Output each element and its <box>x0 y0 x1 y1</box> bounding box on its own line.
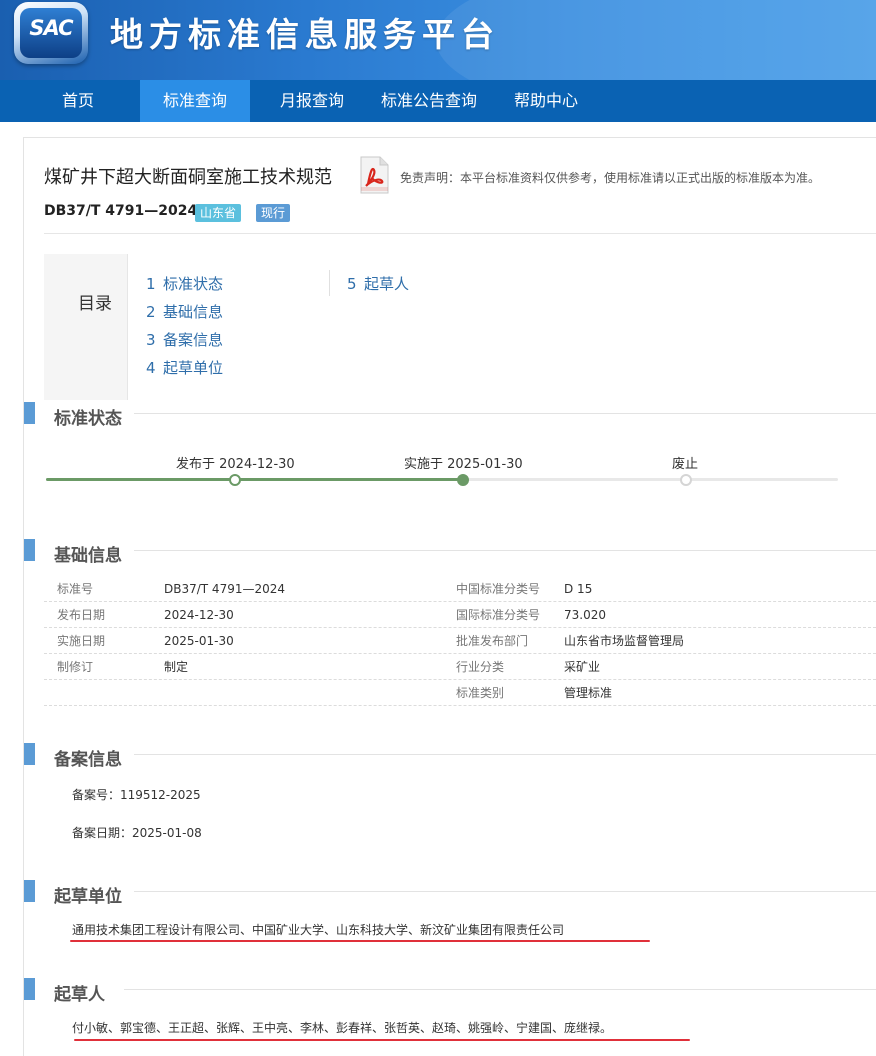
timeline-dot-published <box>229 474 241 486</box>
toc-item-basic[interactable]: 2 基础信息 <box>146 301 223 322</box>
info-value: DB37/T 4791—2024 <box>164 582 286 596</box>
header-decoration <box>436 0 876 80</box>
timeline-dot-abolished <box>680 474 692 486</box>
logo-text: SAC <box>29 16 73 40</box>
info-value: 制定 <box>164 660 189 674</box>
info-label: 标准类别 <box>456 686 505 700</box>
section-title-record: 备案信息 <box>54 750 122 770</box>
status-badge: 现行 <box>256 204 291 222</box>
sac-logo[interactable]: SAC <box>14 2 88 64</box>
timeline-label-published: 发布于 2024-12-30 <box>176 457 295 472</box>
info-value: D 15 <box>564 582 593 596</box>
info-value: 2024-12-30 <box>164 608 234 622</box>
toc-box <box>44 254 128 400</box>
info-row: 发布日期 2024-12-30 国际标准分类号 73.020 <box>44 602 876 628</box>
section-rule <box>134 413 876 414</box>
timeline-label-abolished: 废止 <box>672 457 699 472</box>
info-label: 批准发布部门 <box>456 634 529 648</box>
info-row: 实施日期 2025-01-30 批准发布部门 山东省市场监督管理局 <box>44 628 876 654</box>
info-value: 山东省市场监督管理局 <box>564 634 685 648</box>
toc-item-number: 4 <box>146 359 156 377</box>
timeline-dot-effective <box>457 474 469 486</box>
toc-item-number: 3 <box>146 331 156 349</box>
section-title-drafters: 起草人 <box>54 985 105 1005</box>
main-nav: 首页 标准查询 月报查询 标准公告查询 帮助中心 <box>0 80 876 122</box>
toc-column-divider <box>329 270 330 296</box>
standard-title: 煤矿井下超大断面硐室施工技术规范 <box>44 167 332 188</box>
section-marker <box>24 402 35 424</box>
info-label: 国际标准分类号 <box>456 608 541 622</box>
toc-label: 目录 <box>78 294 112 314</box>
site-title: 地方标准信息服务平台 <box>110 15 500 54</box>
record-date: 备案日期：2025-01-08 <box>72 826 202 840</box>
section-rule <box>134 891 876 892</box>
info-row: 标准类别 管理标准 <box>44 680 876 706</box>
section-marker <box>24 743 35 765</box>
toc-item-label: 起草人 <box>364 275 410 293</box>
disclaimer-text: 免责声明：本平台标准资料仅供参考，使用标准请以正式出版的标准版本为准。 <box>400 171 821 185</box>
info-value: 管理标准 <box>564 686 613 700</box>
toc-item-status[interactable]: 1 标准状态 <box>146 273 223 294</box>
section-rule <box>124 989 876 990</box>
toc-item-units[interactable]: 4 起草单位 <box>146 357 223 378</box>
section-marker <box>24 539 35 561</box>
info-value: 采矿业 <box>564 660 601 674</box>
timeline-progress <box>46 478 466 481</box>
standard-code: DB37/T 4791—2024 <box>44 203 198 219</box>
info-label: 制修订 <box>57 660 94 674</box>
province-badge: 山东省 <box>195 204 242 222</box>
drafters-text: 付小敏、郭宝德、王正超、张辉、王中亮、李林、彭春祥、张哲英、赵琦、姚强岭、宁建国… <box>72 1021 613 1035</box>
section-marker <box>24 978 35 1000</box>
drafting-units-text: 通用技术集团工程设计有限公司、中国矿业大学、山东科技大学、新汶矿业集团有限责任公… <box>72 923 565 937</box>
pdf-icon[interactable] <box>358 156 390 194</box>
annotation-underline <box>70 940 650 942</box>
info-label: 发布日期 <box>57 608 106 622</box>
section-title-status: 标准状态 <box>54 409 122 429</box>
section-marker <box>24 880 35 902</box>
section-rule <box>134 754 876 755</box>
info-row: 标准号 DB37/T 4791—2024 中国标准分类号 D 15 <box>44 576 876 602</box>
info-label: 标准号 <box>57 582 94 596</box>
toc-item-drafters[interactable]: 5 起草人 <box>347 273 409 294</box>
nav-standard-query[interactable]: 标准查询 <box>140 80 250 122</box>
info-value: 2025-01-30 <box>164 634 234 648</box>
timeline-label-effective: 实施于 2025-01-30 <box>404 457 523 472</box>
info-value: 73.020 <box>564 608 606 622</box>
record-number: 备案号：119512-2025 <box>72 788 201 802</box>
toc-item-record[interactable]: 3 备案信息 <box>146 329 223 350</box>
title-divider <box>44 233 876 234</box>
toc-item-label: 标准状态 <box>163 275 224 293</box>
info-label: 中国标准分类号 <box>456 582 541 596</box>
toc-item-number: 5 <box>347 275 357 293</box>
toc-item-number: 2 <box>146 303 156 321</box>
section-title-basic: 基础信息 <box>54 546 122 566</box>
toc-item-label: 基础信息 <box>163 303 224 321</box>
nav-help-center[interactable]: 帮助中心 <box>500 80 592 122</box>
toc-item-label: 起草单位 <box>163 359 224 377</box>
nav-home[interactable]: 首页 <box>18 80 138 122</box>
toc-item-number: 1 <box>146 275 156 293</box>
info-row: 制修订 制定 行业分类 采矿业 <box>44 654 876 680</box>
nav-announcement-query[interactable]: 标准公告查询 <box>372 80 486 122</box>
info-label: 实施日期 <box>57 634 106 648</box>
annotation-underline <box>74 1039 690 1041</box>
site-header: SAC 地方标准信息服务平台 <box>0 0 876 80</box>
section-title-units: 起草单位 <box>54 887 122 907</box>
nav-monthly-report[interactable]: 月报查询 <box>262 80 362 122</box>
toc-item-label: 备案信息 <box>163 331 224 349</box>
info-label: 行业分类 <box>456 660 505 674</box>
section-rule <box>134 550 876 551</box>
